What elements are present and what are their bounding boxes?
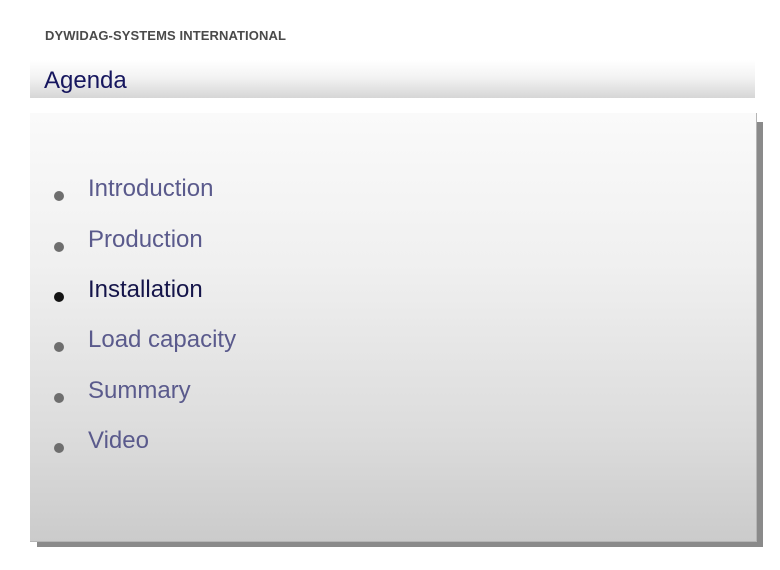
agenda-item-label: Production xyxy=(88,226,203,253)
bullet-icon xyxy=(54,292,64,302)
bullet-icon xyxy=(54,242,64,252)
bullet-icon xyxy=(54,191,64,201)
content-panel: Introduction Production Installation Loa… xyxy=(30,113,757,542)
bullet-icon xyxy=(54,393,64,403)
brand-header: DYWIDAG-SYSTEMS INTERNATIONAL xyxy=(45,28,286,43)
agenda-item-label: Video xyxy=(88,427,149,454)
slide-title: Agenda xyxy=(44,67,127,94)
agenda-item-label: Introduction xyxy=(88,175,214,202)
bullet-icon xyxy=(54,443,64,453)
agenda-item-label: Summary xyxy=(88,377,191,404)
agenda-item-label: Installation xyxy=(88,276,203,303)
title-bar: Agenda xyxy=(30,60,755,98)
agenda-item-label: Load capacity xyxy=(88,326,237,353)
bullet-icon xyxy=(54,342,64,352)
